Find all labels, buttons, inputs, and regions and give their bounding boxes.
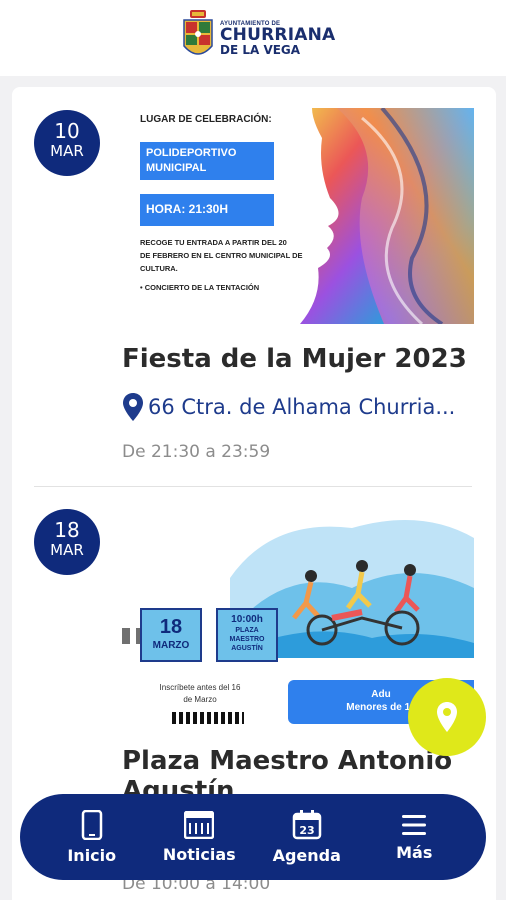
nav-item-noticias[interactable]: Noticias — [149, 810, 249, 864]
poster-info-line1: RECOGE TU ENTRADA A PARTIR DEL 20 — [140, 238, 287, 247]
poster-qr-code — [172, 712, 244, 724]
poster-venue-line2: MUNICIPAL — [146, 162, 207, 174]
poster-info-line3: CULTURA. — [140, 264, 178, 273]
nav-item-agenda[interactable]: 23 Agenda — [257, 809, 357, 865]
poster-hour: 10:00h — [231, 614, 263, 625]
app-header: AYUNTAMIENTO DE CHURRIANA DE LA VEGA — [0, 0, 506, 76]
logo-main-text: CHURRIANA — [220, 24, 336, 45]
poster-place2: MAESTRO — [229, 636, 265, 643]
event-month: MAR — [50, 142, 84, 160]
nav-label: Inicio — [67, 845, 117, 865]
poster-date-day: 18 — [159, 616, 183, 638]
poster-info-line2: DE FEBRERO EN EL CENTRO MUNICIPAL DE — [140, 251, 303, 260]
poster-venue-box: POLIDEPORTIVO MUNICIPAL — [140, 142, 274, 180]
poster-info: RECOGE TU ENTRADA A PARTIR DEL 20 DE FEB… — [140, 236, 303, 294]
event-day: 18 — [54, 518, 80, 542]
poster-inscribe: Inscríbete antes del 16 de Marzo — [150, 682, 250, 706]
event-time: De 21:30 a 23:59 — [122, 442, 271, 462]
event-title[interactable]: Fiesta de la Mujer 2023 — [122, 344, 467, 374]
poster-date-month: MARZO — [152, 640, 190, 651]
nav-item-inicio[interactable]: Inicio — [42, 809, 142, 865]
event-date-badge: 10 MAR — [34, 110, 100, 176]
bottom-navigation: Inicio Noticias 23 Agenda Más — [20, 794, 486, 880]
nav-label: Agenda — [272, 845, 341, 865]
event-divider — [34, 486, 472, 487]
location-pin-icon — [437, 702, 457, 732]
event-location[interactable]: 66 Ctra. de Alhama Churria... — [122, 392, 455, 422]
event-day: 10 — [54, 119, 80, 143]
nav-label: Noticias — [162, 844, 236, 864]
municipality-logo[interactable]: AYUNTAMIENTO DE CHURRIANA DE LA VEGA — [180, 10, 335, 66]
menu-icon — [402, 814, 427, 835]
poster-place-box: 10:00h PLAZA MAESTRO AGUSTÍN — [216, 608, 278, 662]
poster-inscribe2: de Marzo — [183, 695, 217, 704]
poster-venue-line1: POLIDEPORTIVO — [146, 147, 237, 159]
nav-label: Más — [396, 842, 433, 862]
event-title-line1: Plaza Maestro Antonio — [122, 746, 453, 776]
location-pin-icon — [123, 393, 143, 421]
phone-icon — [81, 809, 102, 840]
event-poster-image[interactable]: LUGAR DE CELEBRACIÓN: POLIDEPORTIVO MUNI… — [122, 108, 474, 324]
poster-inscribe1: Inscríbete antes del 16 — [159, 683, 241, 692]
map-location-fab[interactable] — [408, 678, 486, 756]
logo-sub-text: DE LA VEGA — [220, 42, 301, 57]
event-location-text: 66 Ctra. de Alhama Churria... — [148, 395, 456, 419]
poster-lugar-label: LUGAR DE CELEBRACIÓN: — [140, 114, 272, 125]
nav-item-mas[interactable]: Más — [364, 813, 464, 862]
poster-place3: AGUSTÍN — [231, 645, 263, 652]
event-month: MAR — [50, 541, 84, 559]
calendar-number: 23 — [299, 824, 314, 837]
calendar-icon: 23 — [292, 809, 321, 839]
poster-bullet1: • CONCIERTO DE LA TENTACIÓN — [140, 283, 260, 292]
poster-place1: PLAZA — [235, 627, 259, 634]
logo-wordmark: AYUNTAMIENTO DE CHURRIANA DE LA VEGA — [220, 21, 335, 56]
event-date-badge: 18 MAR — [34, 509, 100, 575]
poster-date-box: 18 MARZO — [140, 608, 202, 662]
coat-of-arms-icon — [183, 10, 213, 55]
newspaper-icon — [184, 810, 215, 839]
poster-hora-box: HORA: 21:30H — [140, 194, 274, 226]
